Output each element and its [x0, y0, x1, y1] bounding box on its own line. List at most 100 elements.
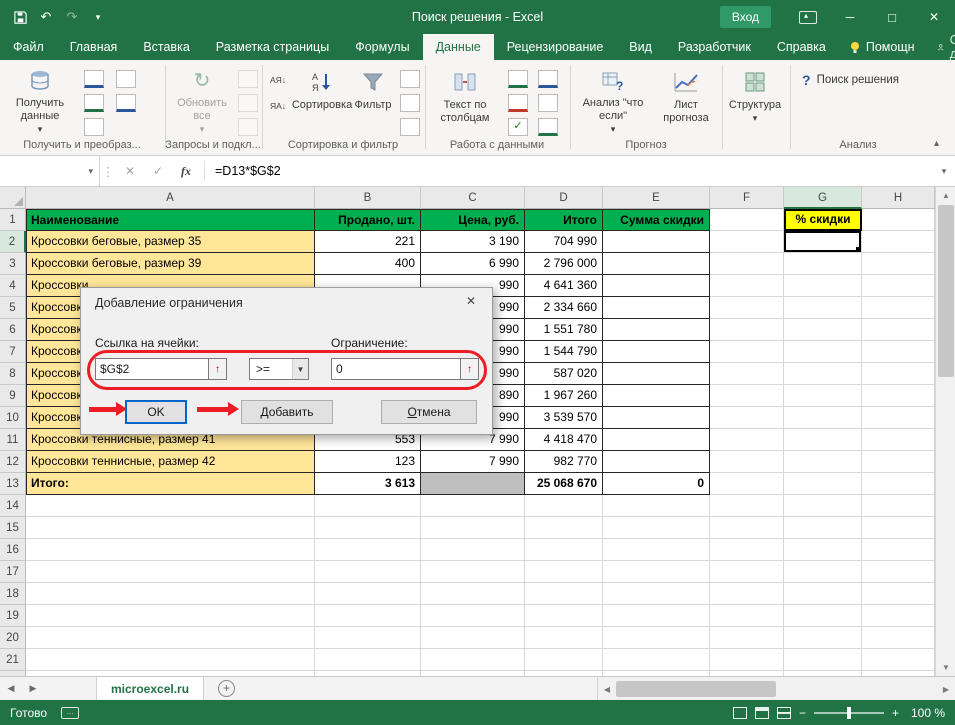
flash-fill-icon[interactable]: [508, 70, 528, 88]
cell-F7[interactable]: [710, 341, 784, 363]
cell-G21[interactable]: [784, 649, 862, 671]
tab-page-layout[interactable]: Разметка страницы: [203, 34, 342, 60]
outline-button[interactable]: Структура: [726, 64, 784, 136]
what-if-button[interactable]: ? Анализ "что если": [576, 64, 650, 136]
minimize-button[interactable]: [829, 0, 871, 34]
cell-A1[interactable]: Наименование: [26, 209, 315, 231]
reapply-icon[interactable]: [400, 94, 420, 112]
clear-filter-icon[interactable]: [400, 70, 420, 88]
cell-ref-input[interactable]: $G$2: [95, 358, 227, 380]
range-selector-icon[interactable]: [208, 359, 226, 379]
normal-view-icon[interactable]: [733, 707, 747, 719]
row-header-12[interactable]: 12: [0, 451, 26, 473]
cell-D7[interactable]: 1 544 790: [525, 341, 603, 363]
customize-qat-icon[interactable]: [86, 5, 110, 29]
cell-G3[interactable]: [784, 253, 862, 275]
cell-F11[interactable]: [710, 429, 784, 451]
row-header-10[interactable]: 10: [0, 407, 26, 429]
row-header-15[interactable]: 15: [0, 517, 26, 539]
page-break-view-icon[interactable]: [777, 707, 791, 719]
cell-G14[interactable]: [784, 495, 862, 517]
cell-H17[interactable]: [862, 561, 935, 583]
cell-F21[interactable]: [710, 649, 784, 671]
tab-developer[interactable]: Разработчик: [665, 34, 764, 60]
cell-B16[interactable]: [315, 539, 421, 561]
tab-assistant[interactable]: Помощн: [839, 34, 925, 60]
cell-H4[interactable]: [862, 275, 935, 297]
cell-B17[interactable]: [315, 561, 421, 583]
insert-function-icon[interactable]: [172, 156, 200, 186]
cell-F14[interactable]: [710, 495, 784, 517]
cell-B14[interactable]: [315, 495, 421, 517]
scroll-down-icon[interactable]: [936, 659, 955, 676]
operator-select[interactable]: >=: [249, 358, 309, 380]
cell-G4[interactable]: [784, 275, 862, 297]
cell-G5[interactable]: [784, 297, 862, 319]
cell-D3[interactable]: 2 796 000: [525, 253, 603, 275]
row-header-5[interactable]: 5: [0, 297, 26, 319]
cell-G13[interactable]: [784, 473, 862, 495]
cell-E10[interactable]: [603, 407, 710, 429]
cell-A20[interactable]: [26, 627, 315, 649]
close-icon[interactable]: [460, 294, 482, 312]
cell-D13[interactable]: 25 068 670: [525, 473, 603, 495]
cell-H21[interactable]: [862, 649, 935, 671]
share-button[interactable]: Общий доступ: [925, 34, 955, 60]
col-header-H[interactable]: H: [862, 187, 935, 209]
formula-input[interactable]: =D13*$G$2: [209, 156, 281, 186]
queries-connections-icon[interactable]: [238, 70, 258, 88]
cell-A14[interactable]: [26, 495, 315, 517]
cell-C15[interactable]: [421, 517, 525, 539]
cell-G12[interactable]: [784, 451, 862, 473]
cell-D1[interactable]: Итого: [525, 209, 603, 231]
row-header-3[interactable]: 3: [0, 253, 26, 275]
col-header-D[interactable]: D: [525, 187, 603, 209]
row-header-20[interactable]: 20: [0, 627, 26, 649]
cell-D2[interactable]: 704 990: [525, 231, 603, 253]
prev-sheet-icon[interactable]: [0, 677, 22, 700]
cell-H3[interactable]: [862, 253, 935, 275]
cell-A12[interactable]: Кроссовки теннисные, размер 42: [26, 451, 315, 473]
cell-F15[interactable]: [710, 517, 784, 539]
col-header-A[interactable]: A: [26, 187, 315, 209]
cell-C18[interactable]: [421, 583, 525, 605]
cell-G19[interactable]: [784, 605, 862, 627]
text-to-columns-button[interactable]: Текст по столбцам: [430, 64, 500, 136]
cell-C13[interactable]: [421, 473, 525, 495]
cell-C17[interactable]: [421, 561, 525, 583]
page-layout-view-icon[interactable]: [755, 707, 769, 719]
cell-H1[interactable]: [862, 209, 935, 231]
cell-B2[interactable]: 221: [315, 231, 421, 253]
cell-F16[interactable]: [710, 539, 784, 561]
formula-bar-handle[interactable]: [100, 156, 116, 186]
add-button[interactable]: Добавить: [241, 400, 333, 424]
cell-D15[interactable]: [525, 517, 603, 539]
expand-formula-bar-icon[interactable]: [933, 156, 955, 186]
cell-F3[interactable]: [710, 253, 784, 275]
tab-formulas[interactable]: Формулы: [342, 34, 422, 60]
cell-D19[interactable]: [525, 605, 603, 627]
cell-E3[interactable]: [603, 253, 710, 275]
cell-F4[interactable]: [710, 275, 784, 297]
tab-view[interactable]: Вид: [616, 34, 665, 60]
recent-sources-icon[interactable]: [116, 70, 136, 88]
forecast-sheet-button[interactable]: Лист прогноза: [654, 64, 718, 136]
cell-E7[interactable]: [603, 341, 710, 363]
cell-C12[interactable]: 7 990: [421, 451, 525, 473]
cell-F20[interactable]: [710, 627, 784, 649]
cell-F17[interactable]: [710, 561, 784, 583]
row-header-9[interactable]: 9: [0, 385, 26, 407]
cell-E5[interactable]: [603, 297, 710, 319]
cell-B18[interactable]: [315, 583, 421, 605]
signin-button[interactable]: Вход: [720, 6, 771, 28]
sheet-tab[interactable]: microexcel.ru: [96, 677, 204, 700]
cell-G9[interactable]: [784, 385, 862, 407]
cell-G10[interactable]: [784, 407, 862, 429]
scroll-right-icon[interactable]: [937, 677, 955, 701]
from-text-icon[interactable]: [84, 70, 104, 88]
data-validation-icon[interactable]: [508, 118, 528, 136]
tab-file[interactable]: Файл: [0, 34, 57, 60]
cell-D21[interactable]: [525, 649, 603, 671]
cell-E11[interactable]: [603, 429, 710, 451]
cell-D10[interactable]: 3 539 570: [525, 407, 603, 429]
